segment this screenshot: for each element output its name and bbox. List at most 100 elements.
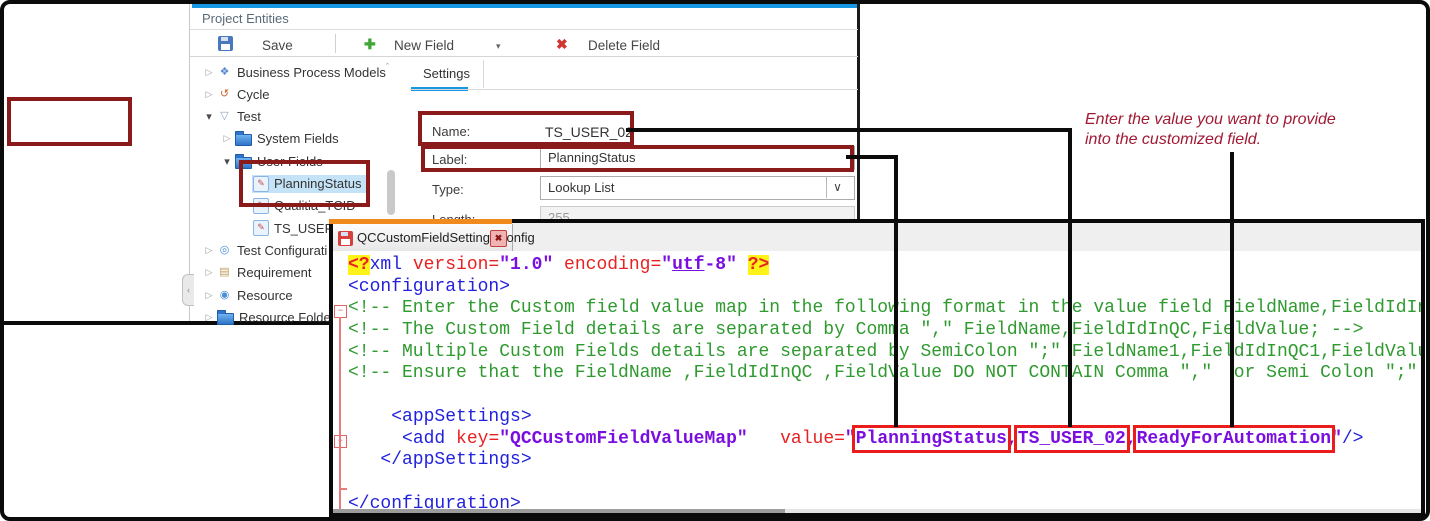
tree-item-label: Resource Folder: [239, 310, 335, 325]
config-editor-window: QCCustomFieldSettings.config ✖ <?xml ver…: [329, 219, 1425, 517]
tab-strip-border: [410, 89, 858, 90]
code-lines: <?xml version="1.0" encoding="utf-8" ?><…: [348, 255, 1421, 509]
tree-item-content: ◉Resource: [216, 287, 298, 304]
connector-name-horizontal: [626, 128, 1072, 132]
sidebar-collapse-handle[interactable]: ‹: [182, 274, 194, 306]
toolbar-divider: [190, 56, 858, 57]
tree-item-content: ▤Requirement: [216, 264, 316, 281]
tree-scroll-up-arrow[interactable]: ˆ: [386, 62, 389, 72]
code-line: <?xml version="1.0" encoding="utf-8" ?>: [348, 255, 1421, 277]
fold-marker-appsettings[interactable]: −: [334, 435, 347, 448]
code-line: <!-- Enter the Custom field value map in…: [348, 298, 1421, 320]
connector-label-horizontal: [846, 155, 898, 159]
tree-item-resource-folder[interactable]: ▷ Resource Folder: [202, 307, 340, 327]
field-label-name: Name:: [432, 124, 470, 139]
toolbar-separator: [335, 34, 336, 53]
tree-item-content: ✎ Qualitia_TCID: [252, 197, 361, 215]
tree-item-content: ❖ Business Process Models: [216, 64, 391, 81]
type-dropdown-chevron-icon[interactable]: ∨: [826, 176, 848, 198]
tree-expander-icon[interactable]: ▷: [202, 290, 216, 301]
code-line: <appSettings>: [348, 407, 1421, 429]
tree-expander-icon[interactable]: ▾: [220, 155, 234, 168]
requirement-icon: ▤: [217, 265, 232, 280]
tree-expander-icon[interactable]: ▾: [202, 110, 216, 123]
tree-expander-icon[interactable]: ▷: [202, 312, 216, 323]
code-line: <configuration>: [348, 277, 1421, 299]
fold-line-appsettings-stub: [339, 488, 347, 490]
annotation-note: Enter the value you want to provide into…: [1085, 110, 1415, 150]
tree-scrollbar[interactable]: [387, 170, 395, 215]
tree-item-content: ◎ Test Configurati: [216, 242, 332, 259]
app-window-right-border: [857, 4, 860, 221]
horizontal-scrollbar-thumb[interactable]: [333, 509, 785, 513]
tree-expander-icon[interactable]: ▷: [202, 89, 216, 100]
highlighted-code-value: ReadyForAutomation: [1137, 429, 1331, 449]
tree-expander-icon[interactable]: ▷: [202, 245, 216, 256]
code-line: <!-- Multiple Custom Fields details are …: [348, 342, 1421, 364]
tree-item-label: System Fields: [257, 131, 339, 146]
code-area[interactable]: <?xml version="1.0" encoding="utf-8" ?><…: [333, 252, 1421, 509]
connector-name-to-ts-user-02: [1068, 128, 1072, 427]
testconfig-icon: ◎: [217, 243, 232, 258]
active-tab-orange-strip: [329, 219, 512, 224]
tab-settings[interactable]: Settings: [410, 60, 484, 88]
tree-item-test-configurati[interactable]: ▷◎ Test Configurati: [202, 240, 332, 260]
tree-expander-icon[interactable]: ▷: [202, 267, 216, 278]
tree-expander-icon[interactable]: ▷: [220, 133, 234, 144]
new-field-button[interactable]: New Field: [394, 38, 454, 53]
tree-item-requirement[interactable]: ▷▤Requirement: [202, 263, 316, 283]
folder-icon: [235, 157, 252, 169]
connector-label-to-planningstatus: [894, 155, 898, 427]
tree-item-label: Test Configurati: [237, 243, 327, 258]
tree-item-label: Qualitia_TCID: [274, 198, 356, 213]
tree-item-label: Business Process Models: [237, 65, 386, 80]
code-line: [348, 472, 1421, 494]
field-icon: ✎: [253, 176, 269, 192]
code-line: <add key="QCCustomFieldValueMap" value="…: [348, 429, 1421, 451]
screenshot-root: ‹ ☺User Properties☻Project Users▦Groups …: [0, 0, 1430, 521]
folder-icon: [235, 134, 252, 146]
tree-item-content: System Fields: [234, 130, 344, 147]
fold-marker-configuration[interactable]: −: [334, 305, 347, 318]
connector-annotation-to-readyforautomation: [1230, 152, 1234, 427]
tree-item-cycle[interactable]: ▷↺ Cycle: [202, 84, 275, 104]
close-tab-icon[interactable]: ✖: [490, 230, 507, 247]
tree-item-system-fields[interactable]: ▷ System Fields: [220, 129, 344, 149]
editor-tab[interactable]: QCCustomFieldSettings.config ✖: [333, 224, 513, 251]
new-field-dropdown-caret[interactable]: ▾: [496, 41, 501, 52]
highlighted-code-value: TS_USER_02: [1018, 429, 1126, 449]
fold-line-appsettings: [339, 447, 341, 489]
tree-item-content: Resource Folder: [216, 309, 340, 326]
field-label-label: Label:: [432, 152, 467, 167]
tree-item-label: PlanningStatus: [274, 176, 361, 191]
editor-tab-title: QCCustomFieldSettings.config: [357, 230, 535, 245]
tree-item-resource[interactable]: ▷◉Resource: [202, 285, 298, 305]
code-line: </configuration>: [348, 494, 1421, 509]
tree-item-content: User Fields: [234, 153, 328, 170]
folder-icon: [217, 313, 234, 325]
new-field-plus-icon: ✚: [364, 36, 376, 53]
tree-item-user-fields[interactable]: ▾User Fields: [220, 151, 328, 171]
annotation-line-2: into the customized field.: [1085, 130, 1415, 150]
annotation-line-1: Enter the value you want to provide: [1085, 110, 1415, 130]
tree-item-planningstatus[interactable]: ✎ PlanningStatus: [238, 174, 366, 194]
save-button[interactable]: Save: [262, 38, 293, 53]
tree-item-business-process-models[interactable]: ▷❖ Business Process Models: [202, 62, 391, 82]
highlighted-code-value: PlanningStatus: [856, 429, 1007, 449]
tree-item-qualitia-tcid[interactable]: ✎ Qualitia_TCID: [238, 196, 361, 216]
delete-field-button[interactable]: Delete Field: [588, 38, 660, 53]
panel-top-accent-strip: [192, 2, 858, 8]
bpm-icon: ❖: [217, 65, 232, 80]
tree-item-test[interactable]: ▾▽Test: [202, 107, 266, 127]
code-line: [348, 385, 1421, 407]
name-field-value[interactable]: TS_USER_02: [545, 124, 633, 140]
field-icon: ✎: [253, 198, 269, 214]
label-field[interactable]: PlanningStatus: [540, 146, 855, 170]
cycle-icon: ↺: [217, 87, 232, 102]
code-line: <!-- Ensure that the FieldName ,FieldIdI…: [348, 363, 1421, 385]
tree-item-label: Cycle: [237, 87, 270, 102]
type-field[interactable]: Lookup List: [540, 176, 855, 200]
test-icon: ▽: [217, 109, 232, 124]
tree-item-content: ✎ PlanningStatus: [252, 175, 366, 193]
tree-expander-icon[interactable]: ▷: [202, 67, 216, 78]
